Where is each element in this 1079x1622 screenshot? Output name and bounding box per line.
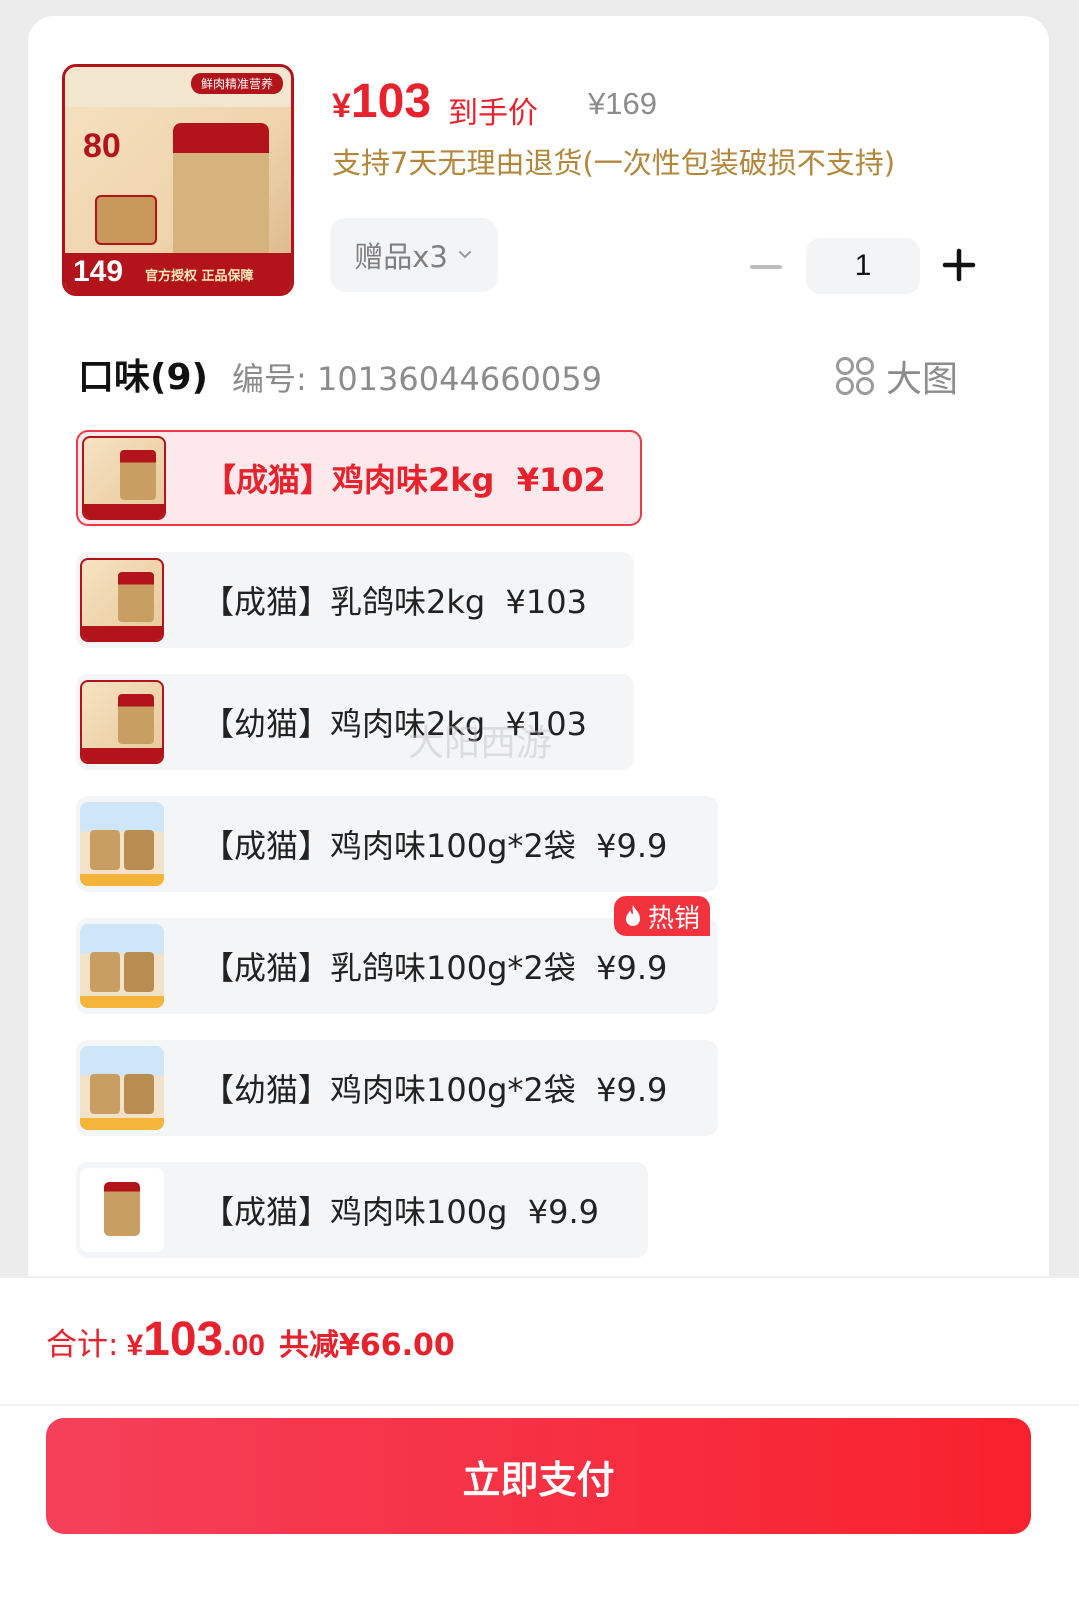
sku-number: 编号: 10136044660059 xyxy=(232,360,602,398)
minus-icon[interactable] xyxy=(746,252,786,282)
price-currency: ¥ xyxy=(332,87,351,125)
total-currency: ¥ xyxy=(126,1329,144,1362)
chevron-down-icon xyxy=(458,251,471,259)
option-thumbnail xyxy=(82,436,166,520)
quantity-field[interactable]: 1 xyxy=(806,238,920,294)
thumbnail-bottom-band: 149 官方授权 正品保障 xyxy=(65,253,291,293)
flavor-option[interactable]: 【成猫】鸡肉味100g ¥9.9 xyxy=(76,1162,648,1258)
product-thumbnail[interactable]: 鲜肉精准营养 80 149 官方授权 正品保障 xyxy=(62,64,294,296)
quantity-value: 1 xyxy=(854,249,872,282)
price-value: 103 xyxy=(350,75,432,128)
return-policy-note: 支持7天无理由退货(一次性包装破损不支持) xyxy=(332,146,896,180)
total-label: 合计: xyxy=(46,1327,119,1363)
option-label: 【成猫】鸡肉味2kg ¥102 xyxy=(204,461,606,499)
option-label: 【幼猫】鸡肉味100g*2袋 ¥9.9 xyxy=(202,1071,668,1109)
final-price: ¥103 xyxy=(332,74,431,129)
option-thumbnail xyxy=(80,924,164,1008)
option-thumbnail xyxy=(80,802,164,886)
total-decimal: .00 xyxy=(223,1329,265,1362)
total-integer: 103 xyxy=(143,1313,224,1366)
option-label: 【成猫】鸡肉味100g ¥9.9 xyxy=(202,1193,599,1231)
divider xyxy=(0,1276,1079,1278)
big-image-toggle[interactable]: 大图 xyxy=(834,350,958,402)
total-savings: 共减¥66.00 xyxy=(278,1328,455,1363)
option-thumbnail xyxy=(80,680,164,764)
option-thumbnail xyxy=(80,1046,164,1130)
original-price: ¥169 xyxy=(588,86,657,121)
flavor-option[interactable]: 【成猫】鸡肉味100g*2袋 ¥9.9 xyxy=(76,796,718,892)
plus-icon[interactable] xyxy=(942,248,976,282)
final-price-label: 到手价 xyxy=(448,96,538,131)
flavor-option[interactable]: 【成猫】鸡肉味2kg ¥102 xyxy=(76,430,642,526)
flame-icon xyxy=(626,905,640,926)
thumbnail-auth-text: 官方授权 正品保障 xyxy=(145,269,254,284)
thumbnail-tag: 鲜肉精准营养 xyxy=(190,73,283,94)
thumbnail-price: 149 xyxy=(73,255,124,288)
hot-sale-label: 热销 xyxy=(648,903,701,934)
thumbnail-highlight-number: 80 xyxy=(83,127,121,165)
option-label: 【成猫】乳鸽味2kg ¥103 xyxy=(202,583,587,621)
grid-view-icon xyxy=(836,357,874,395)
small-pack-image xyxy=(95,195,157,245)
gift-label: 赠品x3 xyxy=(354,240,448,274)
divider xyxy=(0,1404,1079,1406)
flavor-option[interactable]: 【成猫】乳鸽味2kg ¥103 xyxy=(76,552,634,648)
option-thumbnail xyxy=(80,1168,164,1252)
pay-now-button[interactable]: 立即支付 xyxy=(46,1418,1031,1534)
option-thumbnail xyxy=(80,558,164,642)
cat-food-bag-image xyxy=(173,123,269,259)
watermark: 大阳西游 xyxy=(408,723,553,764)
option-label: 【成猫】鸡肉味100g*2袋 ¥9.9 xyxy=(202,827,668,865)
flavor-section-title: 口味(9) xyxy=(78,357,208,398)
big-image-label: 大图 xyxy=(886,359,959,400)
option-label: 【成猫】乳鸽味100g*2袋 ¥9.9 xyxy=(202,949,668,987)
gift-dropdown[interactable]: 赠品x3 xyxy=(330,218,498,292)
hot-sale-badge: 热销 xyxy=(614,896,711,936)
flavor-option[interactable]: 【幼猫】鸡肉味100g*2袋 ¥9.9 xyxy=(76,1040,718,1136)
checkout-bar: 合计: ¥ 103 .00 共减¥66.00 立即支付 xyxy=(0,1276,1079,1622)
total-summary: 合计: ¥ 103 .00 共减¥66.00 xyxy=(46,1312,455,1367)
